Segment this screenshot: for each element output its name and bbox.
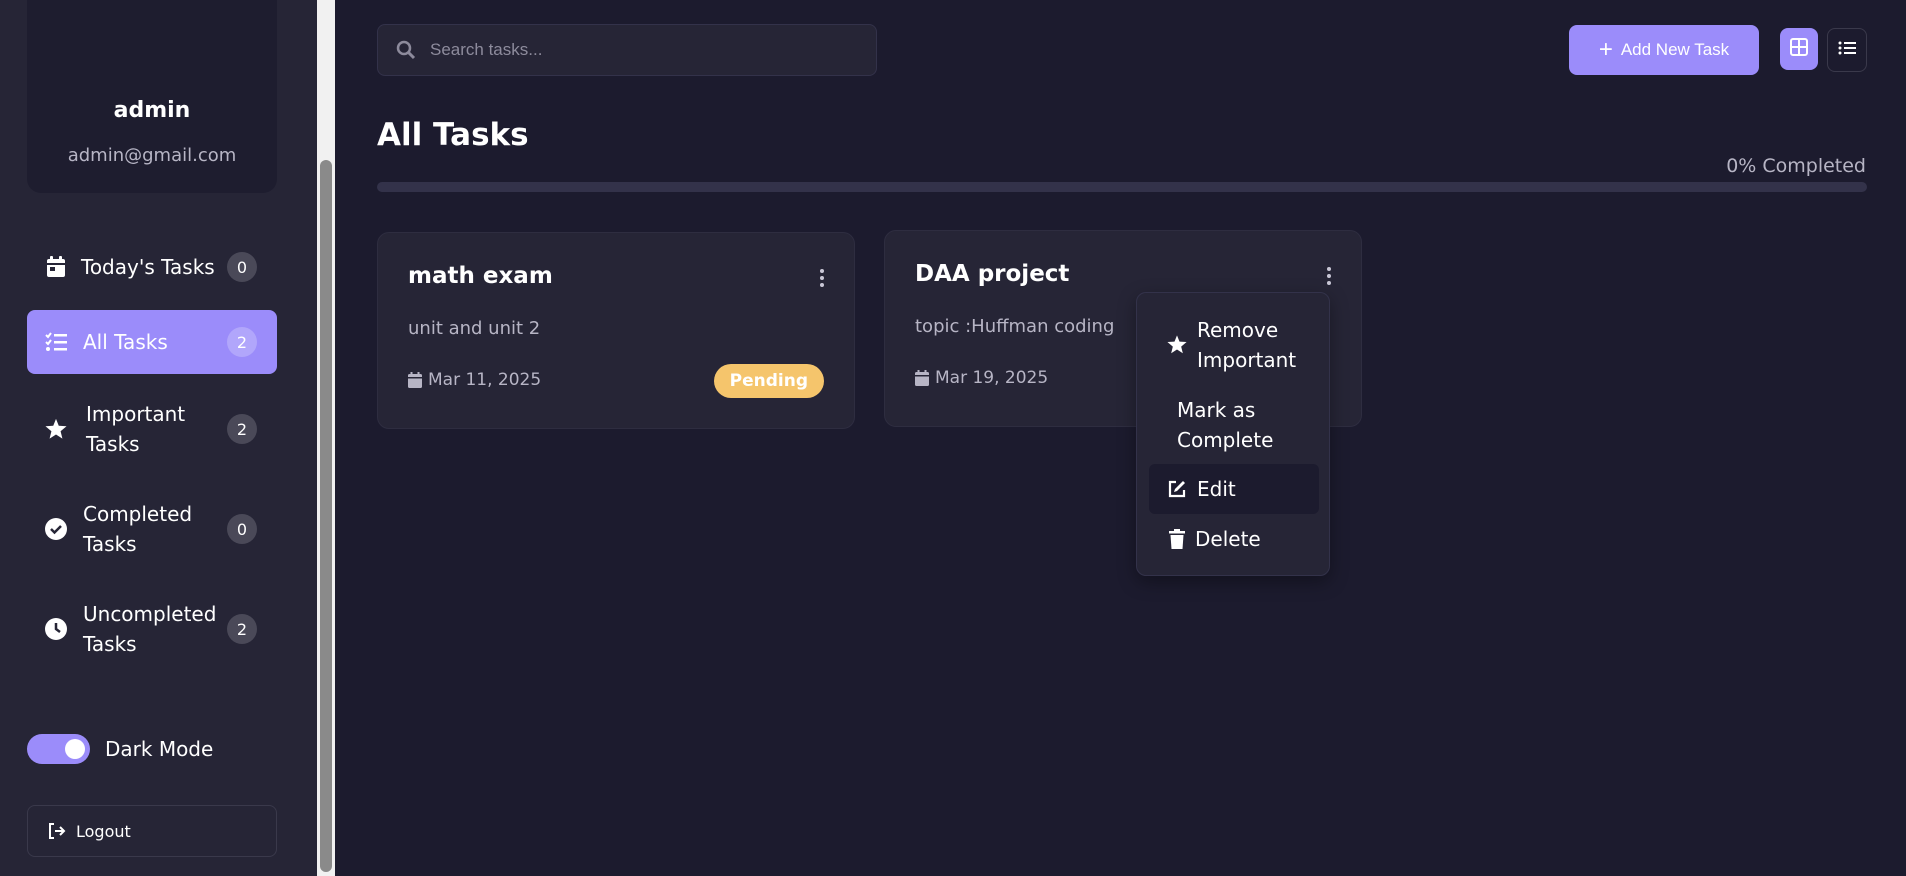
search-icon (396, 40, 416, 60)
sidebar-item-label: Important Tasks (86, 402, 186, 456)
kebab-menu-icon[interactable] (820, 269, 824, 287)
grid-view-button[interactable] (1780, 28, 1818, 70)
dark-mode-row: Dark Mode (27, 734, 213, 764)
menu-item-label: Delete (1195, 527, 1261, 551)
star-icon (1167, 335, 1187, 354)
page-title: All Tasks (377, 117, 529, 153)
menu-item-remove-important[interactable]: Remove Important (1149, 313, 1319, 377)
calendar-icon (408, 372, 422, 388)
task-description: unit and unit 2 (408, 318, 541, 339)
menu-item-delete[interactable]: Delete (1149, 514, 1319, 564)
status-badge: Pending (713, 364, 824, 398)
plus-icon: + (1598, 36, 1613, 63)
sidebar-item-label: Today's Tasks (81, 255, 215, 279)
sidebar-item-all-tasks[interactable]: All Tasks 2 (27, 310, 277, 374)
progress-bar (377, 182, 1867, 192)
clock-icon (45, 618, 67, 640)
calendar-icon (915, 370, 929, 386)
dark-mode-label: Dark Mode (105, 737, 214, 761)
list-view-button[interactable] (1827, 28, 1867, 72)
count-badge: 2 (227, 614, 257, 644)
sidebar-item-important-tasks[interactable]: Important Tasks 2 (27, 392, 277, 466)
count-badge: 0 (227, 514, 257, 544)
task-date-text: Mar 19, 2025 (935, 368, 1049, 388)
task-description: topic :Huffman coding (915, 316, 1115, 337)
logout-icon (48, 823, 66, 839)
kebab-menu-icon[interactable] (1327, 267, 1331, 285)
menu-item-mark-complete[interactable]: Mark as Complete (1149, 393, 1319, 457)
dark-mode-toggle[interactable] (27, 734, 90, 764)
sidebar: admin admin@gmail.com Today's Tasks 0 Al… (0, 0, 317, 876)
task-date: Mar 19, 2025 (915, 368, 1048, 388)
progress-text: 0% Completed (1726, 155, 1866, 177)
search-input[interactable] (428, 39, 852, 61)
task-card: math exam unit and unit 2 Mar 11, 2025 P… (377, 232, 855, 429)
menu-item-label: Edit (1197, 477, 1236, 501)
add-new-task-button[interactable]: + Add New Task (1569, 25, 1759, 75)
count-badge: 2 (227, 414, 257, 444)
logout-label: Logout (76, 821, 131, 841)
count-badge: 0 (227, 252, 257, 282)
scrollbar-thumb[interactable] (320, 160, 332, 872)
task-date-text: Mar 11, 2025 (428, 370, 542, 390)
task-title: DAA project (915, 261, 1070, 287)
task-context-menu: Remove Important Mark as Complete Edit D… (1136, 292, 1330, 576)
task-date: Mar 11, 2025 (408, 370, 541, 390)
sidebar-item-uncompleted-tasks[interactable]: Uncompleted Tasks 2 (27, 592, 277, 666)
list-icon (1838, 40, 1856, 60)
profile-card: admin admin@gmail.com (27, 0, 277, 193)
sidebar-item-label: Uncompleted Tasks (83, 602, 217, 656)
edit-icon (1167, 479, 1187, 499)
sidebar-item-todays-tasks[interactable]: Today's Tasks 0 (27, 242, 277, 292)
profile-name: admin (113, 98, 191, 123)
profile-email: admin@gmail.com (67, 145, 237, 166)
calendar-icon (45, 256, 67, 278)
count-badge: 2 (227, 327, 257, 357)
grid-icon (1790, 38, 1808, 60)
sidebar-item-completed-tasks[interactable]: Completed Tasks 0 (27, 492, 277, 566)
menu-item-label: Mark as Complete (1177, 398, 1274, 452)
menu-item-edit[interactable]: Edit (1149, 464, 1319, 514)
toggle-knob (65, 739, 85, 759)
trash-icon (1169, 529, 1185, 549)
list-check-icon (45, 331, 67, 353)
task-title: math exam (408, 263, 553, 289)
check-circle-icon (45, 518, 67, 540)
add-new-task-label: Add New Task (1620, 40, 1730, 59)
menu-item-label: Remove Important (1197, 318, 1297, 372)
sidebar-item-label: Completed Tasks (83, 502, 193, 556)
search-box[interactable] (377, 24, 877, 76)
star-icon (45, 418, 67, 440)
logout-button[interactable]: Logout (27, 805, 277, 857)
sidebar-item-label: All Tasks (83, 330, 168, 354)
